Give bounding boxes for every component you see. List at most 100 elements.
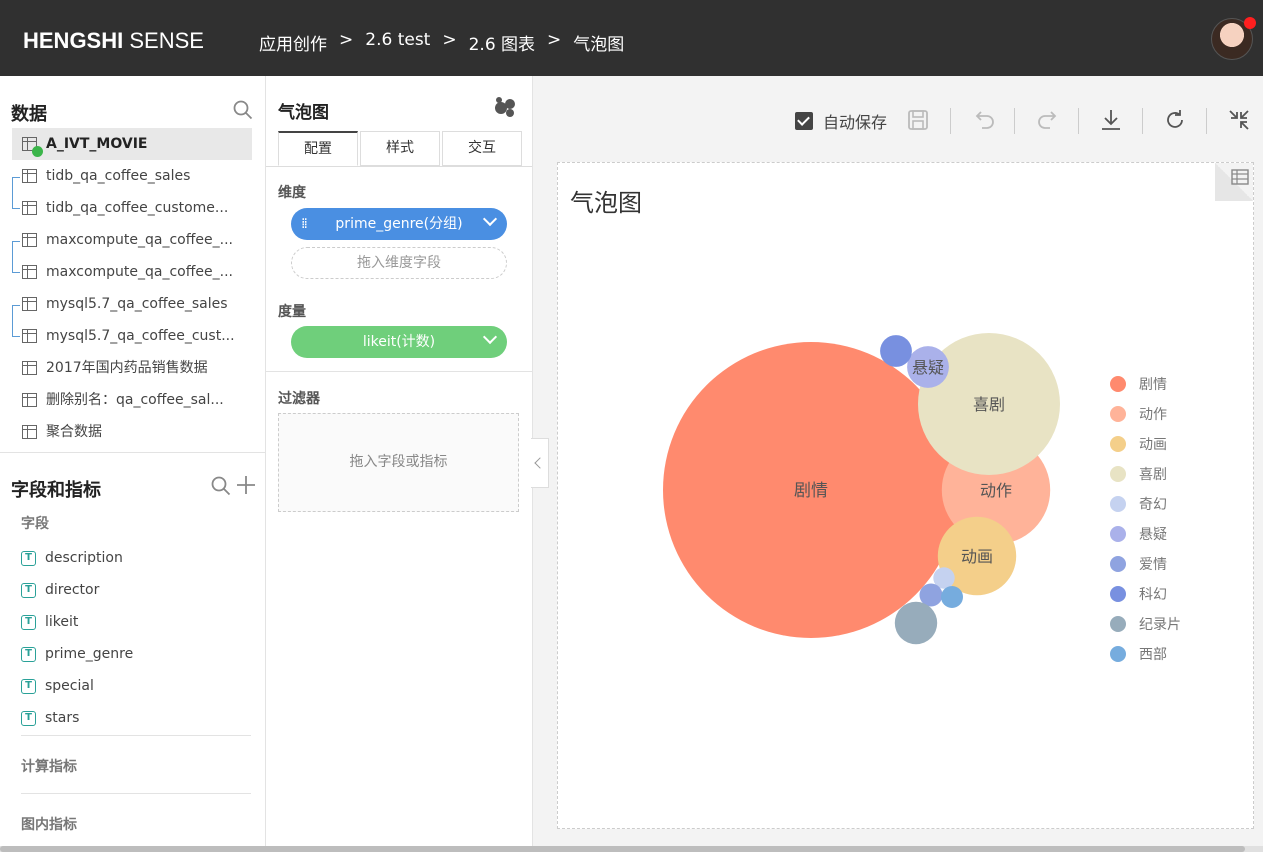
collapse-panel-handle[interactable] <box>531 438 549 488</box>
breadcrumb-item[interactable]: 2.6 test <box>365 30 430 55</box>
breadcrumb-current: 气泡图 <box>573 35 625 55</box>
dataset-item[interactable]: 删除别名：qa_coffee_sal... <box>12 384 252 416</box>
dataset-item[interactable]: maxcompute_qa_coffee_... <box>12 256 252 288</box>
legend-label[interactable]: 西部 <box>1139 647 1167 663</box>
legend-swatch[interactable] <box>1110 526 1126 542</box>
legend-label[interactable]: 爱情 <box>1139 557 1167 573</box>
section-divider <box>0 452 265 453</box>
text-type-icon: T <box>21 551 36 566</box>
tab-interaction[interactable]: 交互 <box>442 131 522 166</box>
scrollbar-thumb[interactable] <box>0 846 1245 852</box>
chevron-down-icon[interactable] <box>482 211 498 227</box>
table-icon <box>22 265 37 279</box>
chevron-down-icon[interactable] <box>482 329 498 345</box>
dataset-item[interactable]: 聚合数据 <box>12 416 252 448</box>
undo-icon[interactable] <box>970 106 998 134</box>
user-avatar[interactable] <box>1211 17 1256 60</box>
add-icon[interactable] <box>236 475 256 495</box>
legend-swatch[interactable] <box>1110 556 1126 572</box>
config-panel: 气泡图 配置 样式 交互 维度 ⁞⁞ prime_genre(分组) 拖入维度字… <box>266 76 533 846</box>
breadcrumb-separator: > <box>339 30 354 50</box>
notification-dot <box>1244 17 1256 29</box>
refresh-icon[interactable] <box>1161 106 1189 134</box>
fields-subheading: 字段 <box>21 516 49 532</box>
field-item[interactable]: Tspecial <box>21 670 251 702</box>
bubble-chart-icon[interactable] <box>493 96 517 118</box>
legend-swatch[interactable] <box>1110 646 1126 662</box>
inchart-metrics-heading[interactable]: 图内指标 <box>21 814 77 834</box>
toolbar-separator <box>1078 108 1079 134</box>
legend-swatch[interactable] <box>1110 496 1126 512</box>
fields-section-title: 字段和指标 <box>11 480 101 501</box>
save-icon[interactable] <box>905 106 933 134</box>
breadcrumb-item[interactable]: 2.6 图表 <box>469 30 535 55</box>
search-icon[interactable] <box>233 100 253 120</box>
table-icon <box>22 169 37 183</box>
table-icon <box>22 233 37 247</box>
bubble-西部[interactable] <box>941 586 963 608</box>
toolbar-separator <box>1014 108 1015 134</box>
toolbar: 自动保存 <box>795 106 901 136</box>
download-icon[interactable] <box>1097 106 1125 134</box>
breadcrumb-item[interactable]: 应用创作 <box>259 30 327 55</box>
legend-label[interactable]: 喜剧 <box>1139 467 1167 483</box>
autosave-checkbox[interactable] <box>795 112 813 130</box>
legend-swatch[interactable] <box>1110 436 1126 452</box>
app-logo[interactable]: HENGSHI SENSE <box>23 28 204 54</box>
bubble-label: 悬疑 <box>912 358 944 377</box>
toolbar-separator <box>1142 108 1143 134</box>
dataset-item[interactable]: maxcompute_qa_coffee_... <box>12 224 252 256</box>
legend-swatch[interactable] <box>1110 406 1126 422</box>
redo-icon[interactable] <box>1034 106 1062 134</box>
data-section-title: 数据 <box>11 104 47 125</box>
field-list: Tdescription Tdirector Tlikeit Tprime_ge… <box>21 542 251 734</box>
text-type-icon: T <box>21 583 36 598</box>
dataset-item[interactable]: 2017年国内药品销售数据 <box>12 352 252 384</box>
breadcrumb: 应用创作 > 2.6 test > 2.6 图表 > 气泡图 <box>259 30 624 55</box>
legend-label[interactable]: 动作 <box>1139 407 1167 423</box>
field-item[interactable]: Tdirector <box>21 574 251 606</box>
bubble-label: 喜剧 <box>973 395 1005 414</box>
chart-card[interactable]: 气泡图 剧情 动作 动画 喜剧 悬疑 剧情 动作 动画 喜剧 奇幻 悬疑 爱情 科幻 纪录片 西部 <box>557 162 1254 829</box>
measure-label: 度量 <box>278 304 306 320</box>
field-item[interactable]: Tprime_genre <box>21 638 251 670</box>
legend-label[interactable]: 悬疑 <box>1139 527 1167 543</box>
dimension-field-pill[interactable]: ⁞⁞ prime_genre(分组) <box>291 208 507 240</box>
legend-swatch[interactable] <box>1110 466 1126 482</box>
tab-config[interactable]: 配置 <box>278 131 358 166</box>
legend-label[interactable]: 科幻 <box>1139 587 1167 603</box>
collapse-fullscreen-icon[interactable] <box>1225 106 1253 134</box>
field-item[interactable]: Tlikeit <box>21 606 251 638</box>
field-item[interactable]: Tstars <box>21 702 251 734</box>
dimension-drop-zone[interactable]: 拖入维度字段 <box>291 247 507 279</box>
legend-label[interactable]: 纪录片 <box>1139 617 1181 633</box>
dataset-item[interactable]: tidb_qa_coffee_sales <box>12 160 252 192</box>
dataset-item[interactable]: tidb_qa_coffee_custome... <box>12 192 252 224</box>
filter-drop-zone[interactable]: 拖入字段或指标 <box>278 413 519 512</box>
text-type-icon: T <box>21 647 36 662</box>
measure-field-pill[interactable]: likeit(计数) <box>291 326 507 358</box>
horizontal-scrollbar[interactable] <box>0 846 1263 852</box>
bubble-纪录片[interactable] <box>894 601 938 645</box>
legend-swatch[interactable] <box>1110 616 1126 632</box>
field-item[interactable]: Tdescription <box>21 542 251 574</box>
dataset-item[interactable]: A_IVT_MOVIE <box>12 128 252 160</box>
legend-swatch[interactable] <box>1110 586 1126 602</box>
bubble-科幻[interactable] <box>880 335 912 367</box>
legend-label[interactable]: 奇幻 <box>1139 496 1167 513</box>
dataset-item[interactable]: mysql5.7_qa_coffee_cust... <box>12 320 252 352</box>
section-divider <box>266 371 532 372</box>
calc-metrics-heading[interactable]: 计算指标 <box>21 756 77 776</box>
dataset-list: A_IVT_MOVIE tidb_qa_coffee_sales tidb_qa… <box>12 128 252 448</box>
legend-label[interactable]: 动画 <box>1139 437 1167 453</box>
table-icon <box>22 297 37 311</box>
bubble-label: 动画 <box>961 547 993 566</box>
drag-handle-icon[interactable]: ⁞⁞ <box>301 208 308 240</box>
search-icon[interactable] <box>211 476 231 496</box>
table-icon <box>22 425 37 439</box>
toolbar-separator <box>950 108 951 134</box>
legend-label[interactable]: 剧情 <box>1139 377 1167 393</box>
tab-style[interactable]: 样式 <box>360 131 440 166</box>
dataset-item[interactable]: mysql5.7_qa_coffee_sales <box>12 288 252 320</box>
legend-swatch[interactable] <box>1110 376 1126 392</box>
